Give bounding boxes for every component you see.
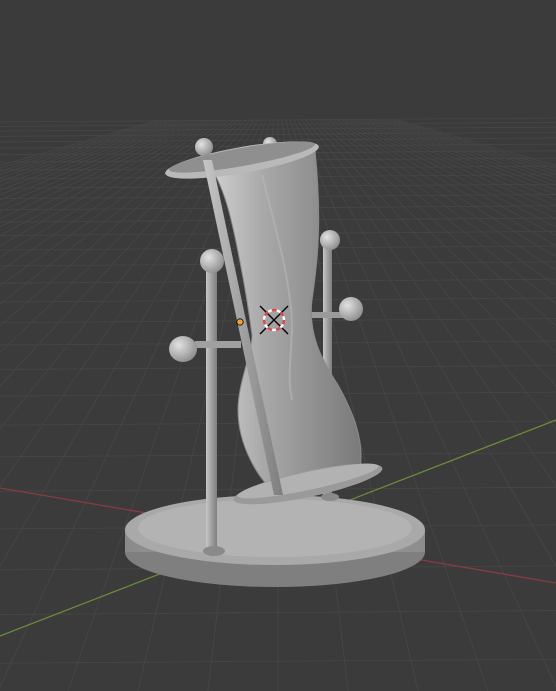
grid-line [321, 119, 556, 305]
grid-line [0, 119, 171, 175]
base-plate [125, 495, 425, 587]
grid-line [313, 119, 556, 354]
grid-line [0, 119, 179, 183]
3d-cursor-icon[interactable] [259, 305, 289, 335]
rod-top-ball [195, 138, 213, 156]
hourglass-glass [211, 149, 362, 496]
grid-line [0, 119, 235, 305]
grid-line [0, 119, 227, 271]
grid-line [0, 119, 219, 247]
grid-line [0, 119, 175, 179]
3d-viewport[interactable] [0, 0, 556, 691]
grid-line [0, 119, 239, 327]
grid-line [0, 119, 215, 237]
grid-line [317, 119, 556, 327]
side-peg-right [310, 297, 363, 321]
grid-line [0, 119, 231, 287]
grid-line [325, 119, 556, 287]
grid-line [0, 119, 211, 228]
side-peg-left [169, 336, 241, 362]
grid-line [0, 119, 263, 688]
grid-line [0, 119, 203, 213]
grid-line [0, 119, 199, 207]
grid-line [0, 119, 243, 354]
object-origin [236, 318, 244, 326]
grid-line [329, 119, 556, 271]
grid-line [0, 119, 207, 220]
grid-line [0, 119, 163, 169]
viewport-canvas[interactable] [0, 0, 556, 691]
